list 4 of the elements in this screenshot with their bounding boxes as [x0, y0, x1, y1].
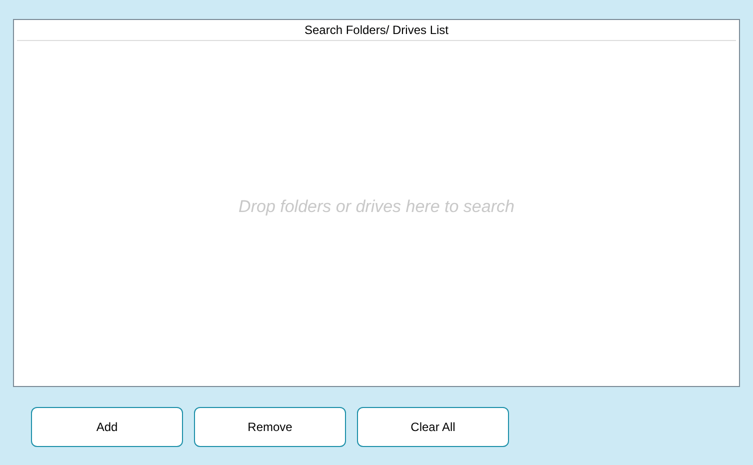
- action-button[interactable]: Remove: [194, 407, 346, 447]
- action-button[interactable]: Add: [31, 407, 183, 447]
- column-header: Search Folders/ Drives List: [304, 24, 449, 36]
- action-button[interactable]: Clear All: [357, 407, 509, 447]
